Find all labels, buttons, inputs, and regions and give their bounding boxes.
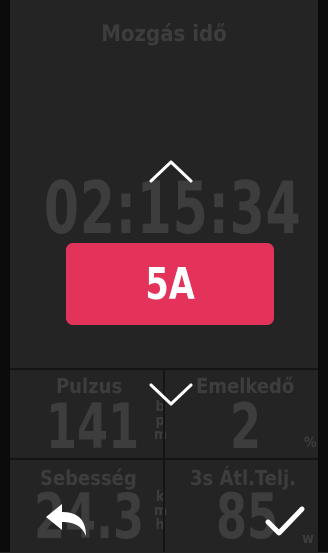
- screen-title: Mozgás idő: [101, 22, 227, 47]
- workout-zone-label: 5A: [145, 258, 195, 310]
- chevron-up-icon[interactable]: [148, 158, 194, 184]
- checkmark-icon[interactable]: [264, 504, 306, 538]
- field-value-heart-rate: 141: [46, 390, 140, 463]
- field-value-grade: 2: [230, 390, 262, 463]
- device-bezel-left: [0, 0, 10, 552]
- field-unit-grade: %: [304, 435, 317, 451]
- back-arrow-icon[interactable]: [44, 502, 90, 538]
- device-bezel-right: [318, 0, 328, 552]
- chevron-down-icon[interactable]: [148, 382, 194, 408]
- workout-zone-badge: 5A: [66, 243, 274, 325]
